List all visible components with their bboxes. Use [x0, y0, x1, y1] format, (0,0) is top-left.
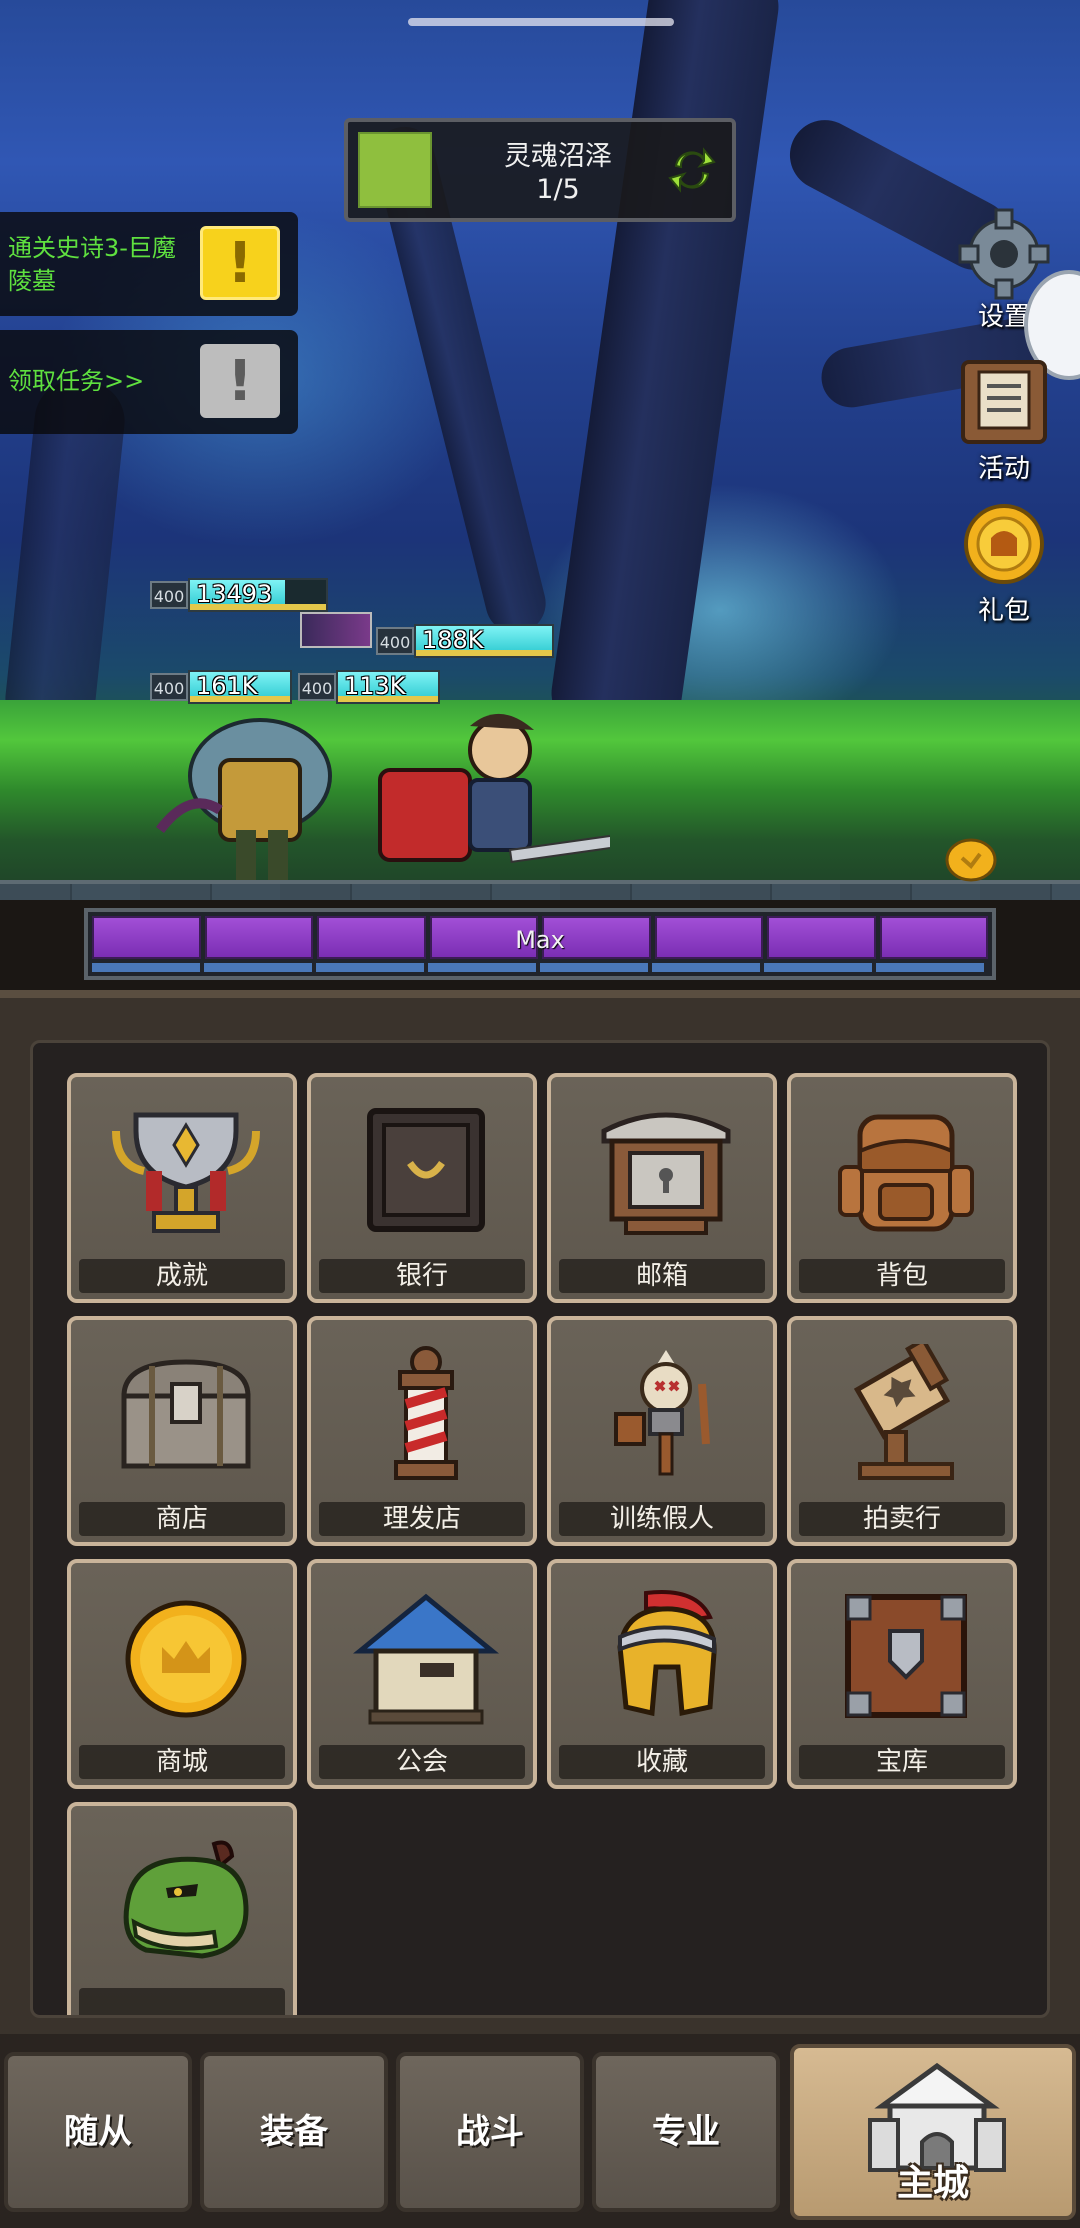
- stage-progress-text: 1/5: [536, 174, 580, 205]
- exclamation-icon: !: [200, 344, 280, 418]
- tab-equipment[interactable]: 装备: [200, 2052, 388, 2212]
- notice-board-icon: [961, 360, 1047, 444]
- training-dummy-icon: [614, 1350, 710, 1476]
- tile-label: 银行: [319, 1259, 525, 1293]
- mailbox-icon: [601, 1112, 731, 1235]
- coin-icon[interactable]: [944, 836, 998, 884]
- stage-panel[interactable]: 灵魂沼泽 1/5: [344, 118, 736, 222]
- vault-icon: [845, 1594, 967, 1718]
- safe-icon: [367, 1108, 485, 1232]
- tile-label: 背包: [799, 1259, 1005, 1293]
- menu-tile-bank[interactable]: 银行: [307, 1073, 537, 1303]
- stage-progress-box: [358, 132, 432, 208]
- tab-main-city[interactable]: 主城: [790, 2044, 1076, 2220]
- mana-bar: Max: [84, 908, 996, 980]
- menu-tile-shop[interactable]: 商店: [67, 1316, 297, 1546]
- tile-label: [79, 1988, 285, 2015]
- backpack-icon: [838, 1114, 974, 1232]
- barber-pole-icon: [394, 1346, 458, 1480]
- stage-name: 灵魂沼泽: [504, 141, 612, 172]
- events-label: 活动: [977, 454, 1030, 484]
- unit-hp-tag: 400 188K: [376, 624, 554, 658]
- tab-battle[interactable]: 战斗: [396, 2052, 584, 2212]
- gift-label: 礼包: [977, 596, 1030, 626]
- trophy-icon: [112, 1112, 260, 1233]
- unit-level: 400: [150, 581, 188, 609]
- tile-label: 训练假人: [559, 1502, 765, 1536]
- gold-coin-icon: [964, 504, 1044, 584]
- menu-tile-auction[interactable]: 拍卖行: [787, 1316, 1017, 1546]
- dragon-icon: [123, 1840, 249, 1959]
- mana-label: Max: [515, 926, 565, 954]
- hero-party: [156, 713, 610, 880]
- tile-label: 成就: [79, 1259, 285, 1293]
- menu-tile-collection[interactable]: 收藏: [547, 1559, 777, 1789]
- quest-text: 通关史诗3-巨魔陵墓: [8, 234, 176, 295]
- menu-tile-guild[interactable]: 公会: [307, 1559, 537, 1789]
- tile-label: 商城: [79, 1745, 285, 1779]
- gavel-icon: [853, 1344, 954, 1480]
- unit-hp-tag: 400 13493: [150, 578, 328, 612]
- unit-hp: 188K: [422, 626, 484, 654]
- helmet-icon: [617, 1590, 717, 1717]
- menu-tile-dragon[interactable]: [67, 1802, 297, 2015]
- tile-label: 理发店: [319, 1502, 525, 1536]
- quest-text: 领取任务>>: [8, 367, 145, 395]
- tile-label: 商店: [79, 1502, 285, 1536]
- menu-tile-mailbox[interactable]: 邮箱: [547, 1073, 777, 1303]
- refresh-arrows-icon[interactable]: [666, 144, 718, 196]
- tile-label: 邮箱: [559, 1259, 765, 1293]
- chest-icon: [121, 1359, 251, 1469]
- tile-label: 收藏: [559, 1745, 765, 1779]
- menu-panel: 成就 银行 邮箱 背包 商店 理发店 训练假人 拍卖行 商城 公会 收藏 宝库: [30, 1040, 1050, 2018]
- quest-accept[interactable]: 领取任务>> !: [0, 330, 298, 434]
- menu-tile-vault[interactable]: 宝库: [787, 1559, 1017, 1789]
- tab-main-city-label: 主城: [896, 2163, 969, 2204]
- mana-subbar: [92, 962, 988, 972]
- gold-coin-icon: [125, 1600, 247, 1718]
- menu-tile-backpack[interactable]: 背包: [787, 1073, 1017, 1303]
- tile-label: 拍卖行: [799, 1502, 1005, 1536]
- quest-main[interactable]: 通关史诗3-巨魔陵墓 !: [0, 212, 298, 316]
- unit-level: 400: [376, 627, 414, 655]
- portrait-icons: [300, 612, 372, 648]
- unit-hp: 13493: [196, 580, 273, 608]
- home-indicator: [408, 18, 674, 26]
- menu-tile-achievements[interactable]: 成就: [67, 1073, 297, 1303]
- menu-tile-training-dummy[interactable]: 训练假人: [547, 1316, 777, 1546]
- gift-button[interactable]: 礼包: [944, 502, 1064, 627]
- guild-house-icon: [352, 1593, 500, 1725]
- tile-label: 宝库: [799, 1745, 1005, 1779]
- tile-label: 公会: [319, 1745, 525, 1779]
- tab-profession[interactable]: 专业: [592, 2052, 780, 2212]
- events-button[interactable]: 活动: [944, 352, 1064, 485]
- menu-tile-barber[interactable]: 理发店: [307, 1316, 537, 1546]
- menu-tile-mall[interactable]: 商城: [67, 1559, 297, 1789]
- bottom-nav: 随从 装备 战斗 专业 主城: [0, 2034, 1080, 2228]
- exclamation-icon: !: [200, 226, 280, 300]
- tab-followers[interactable]: 随从: [4, 2052, 192, 2212]
